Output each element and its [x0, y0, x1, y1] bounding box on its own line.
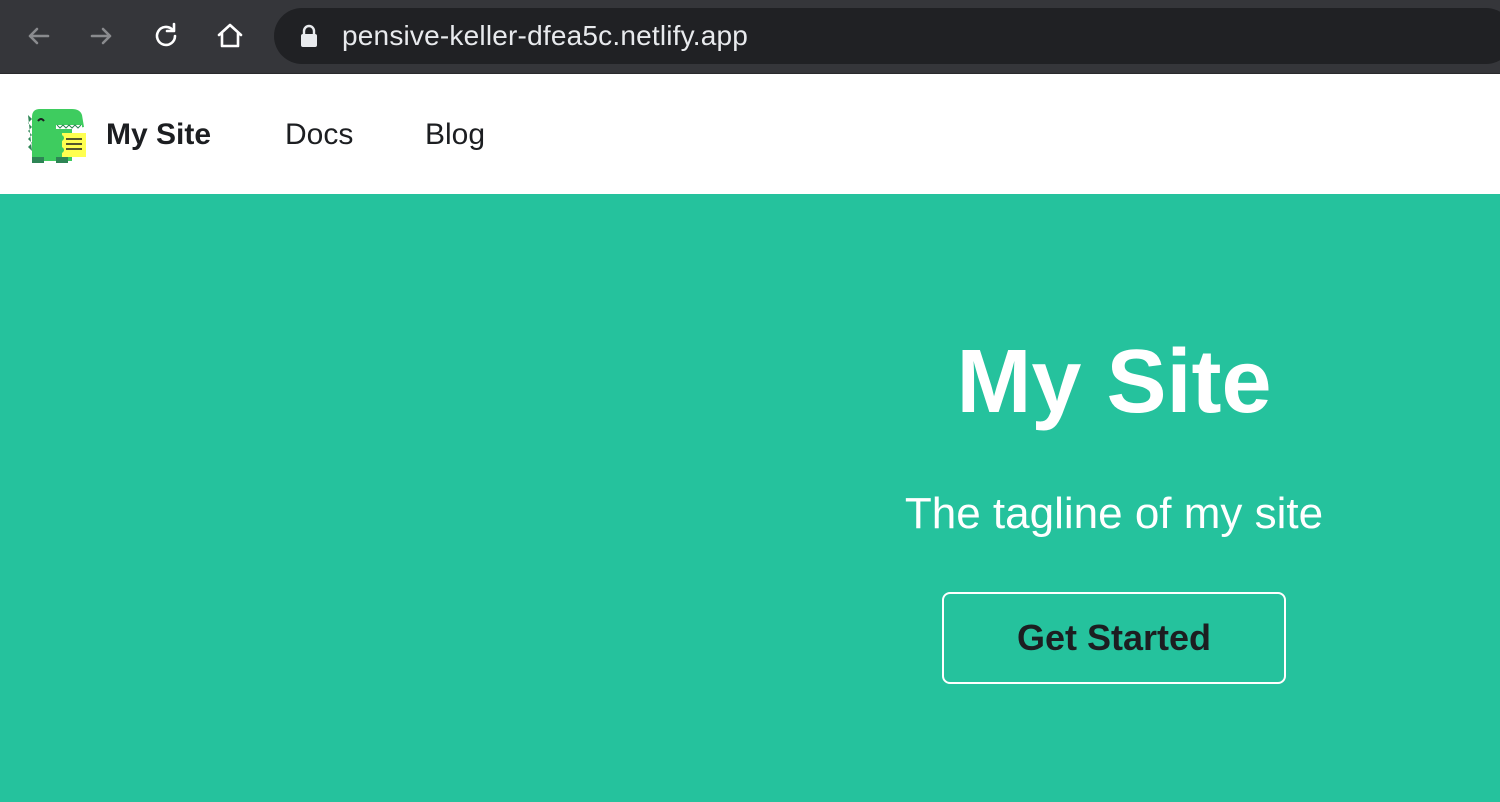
- hero-tagline: The tagline of my site: [904, 489, 1324, 538]
- browser-toolbar: pensive-keller-dfea5c.netlify.app: [0, 0, 1500, 74]
- home-icon: [217, 23, 243, 48]
- brand-title: My Site: [106, 118, 212, 151]
- hero-title: My Site: [956, 332, 1272, 432]
- navbar-brand[interactable]: My Site: [26, 106, 211, 164]
- address-bar[interactable]: pensive-keller-dfea5c.netlify.app: [274, 8, 1500, 64]
- get-started-button[interactable]: Get Started: [942, 592, 1286, 684]
- forward-arrow-icon: [90, 27, 112, 45]
- nav-link-docs[interactable]: Docs: [285, 118, 353, 152]
- forward-button[interactable]: [78, 12, 126, 60]
- back-arrow-icon: [28, 27, 50, 45]
- reload-button[interactable]: [142, 12, 190, 60]
- home-button[interactable]: [206, 12, 254, 60]
- back-button[interactable]: [14, 12, 62, 60]
- lock-icon: [301, 24, 317, 47]
- url-text: pensive-keller-dfea5c.netlify.app: [342, 20, 749, 51]
- docusaurus-logo-icon: [28, 109, 86, 163]
- site-navbar: My Site Docs Blog: [0, 74, 1500, 194]
- reload-icon: [155, 22, 177, 47]
- nav-link-blog[interactable]: Blog: [425, 118, 485, 152]
- hero-banner: My Site The tagline of my site Get Start…: [0, 194, 1500, 802]
